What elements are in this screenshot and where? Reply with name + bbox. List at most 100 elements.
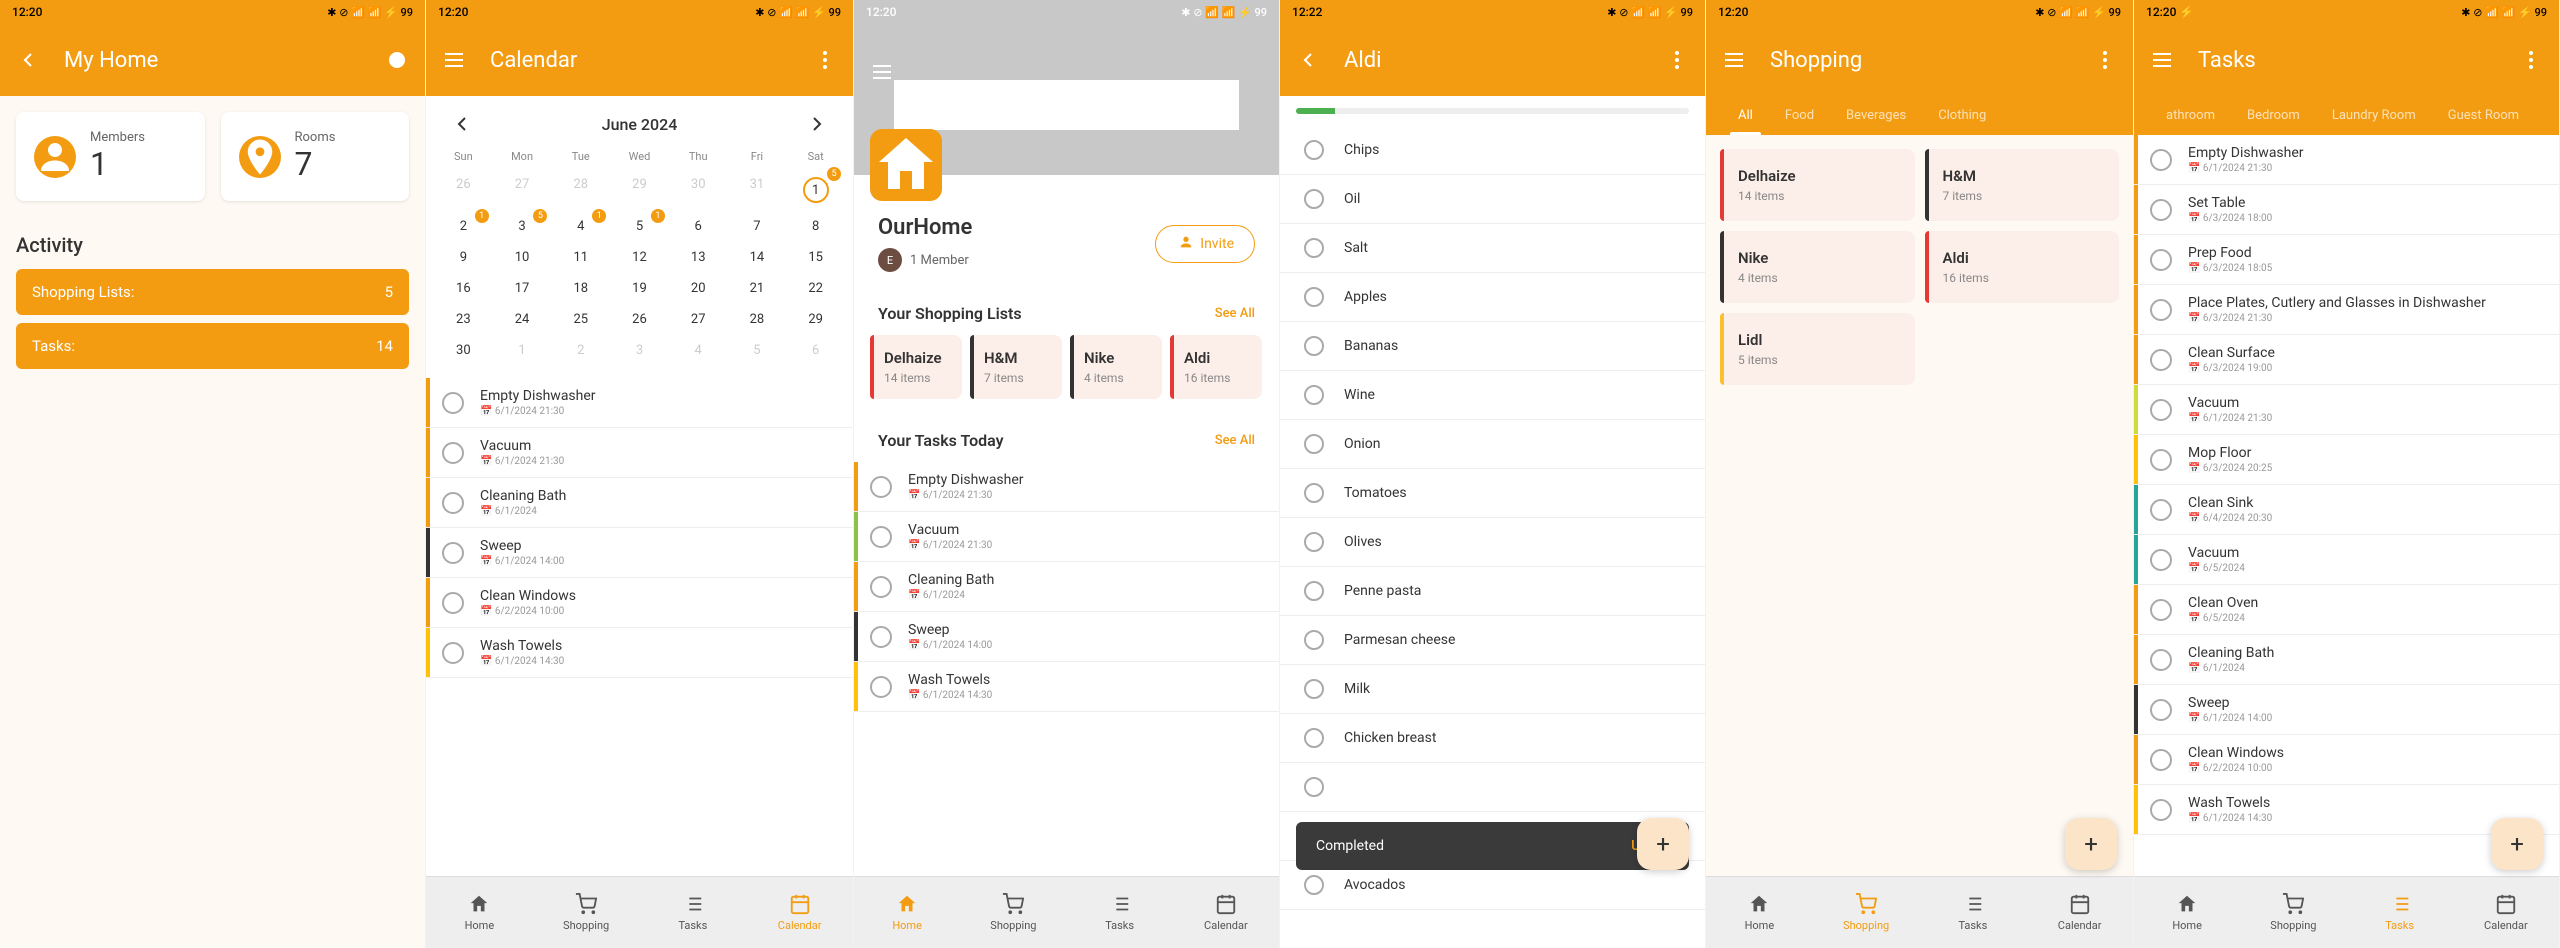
day-cell[interactable]: 21	[728, 273, 787, 304]
add-fab[interactable]: +	[1637, 818, 1689, 870]
day-cell[interactable]: 30	[669, 169, 728, 211]
task-item[interactable]: Wash Towels📅 6/1/2024 14:30	[426, 628, 853, 678]
shop-card[interactable]: Aldi16 items	[1170, 335, 1262, 399]
add-fab[interactable]: +	[2065, 818, 2117, 870]
task-checkbox[interactable]	[2150, 799, 2172, 821]
item-checkbox[interactable]	[1304, 630, 1324, 650]
members-card[interactable]: Members1	[16, 112, 205, 201]
task-item[interactable]: Cleaning Bath📅 6/1/2024	[2134, 635, 2559, 685]
nav-tasks[interactable]: Tasks	[640, 877, 747, 948]
activity-tasks[interactable]: Tasks:14	[16, 323, 409, 369]
day-cell[interactable]: 15	[786, 169, 845, 211]
menu-icon[interactable]	[870, 60, 894, 84]
day-cell[interactable]: 27	[669, 304, 728, 335]
day-cell[interactable]: 14	[728, 242, 787, 273]
day-cell[interactable]: 4	[669, 335, 728, 366]
tab[interactable]: Beverages	[1830, 96, 1922, 135]
task-checkbox[interactable]	[442, 442, 464, 464]
item-checkbox[interactable]	[1304, 140, 1324, 160]
day-cell[interactable]: 26	[610, 304, 669, 335]
list-item[interactable]: Tomatoes	[1280, 469, 1705, 518]
nav-home[interactable]: Home	[1706, 877, 1813, 948]
task-item[interactable]: Clean Sink📅 6/4/2024 20:30	[2134, 485, 2559, 535]
see-all-tasks[interactable]: See All	[1215, 433, 1255, 448]
task-checkbox[interactable]	[870, 526, 892, 548]
item-checkbox[interactable]	[1304, 532, 1324, 552]
item-checkbox[interactable]	[1304, 581, 1324, 601]
task-item[interactable]: Vacuum📅 6/1/2024 21:30	[2134, 385, 2559, 435]
day-cell[interactable]: 23	[434, 304, 493, 335]
back-icon[interactable]	[1296, 48, 1320, 72]
task-checkbox[interactable]	[870, 676, 892, 698]
task-checkbox[interactable]	[2150, 299, 2172, 321]
shop-card[interactable]: Nike4 items	[1720, 231, 1915, 303]
shop-card[interactable]: Nike4 items	[1070, 335, 1162, 399]
task-checkbox[interactable]	[2150, 349, 2172, 371]
more-icon[interactable]	[1665, 48, 1689, 72]
task-item[interactable]: Prep Food📅 6/3/2024 18:05	[2134, 235, 2559, 285]
day-cell[interactable]: 20	[669, 273, 728, 304]
nav-calendar[interactable]: Calendar	[1173, 877, 1279, 948]
more-icon[interactable]	[813, 48, 837, 72]
list-item[interactable]: Apples	[1280, 273, 1705, 322]
shop-card[interactable]: H&M7 items	[1925, 149, 2120, 221]
day-cell[interactable]: 19	[610, 273, 669, 304]
day-cell[interactable]: 41	[551, 211, 610, 242]
day-cell[interactable]: 35	[493, 211, 552, 242]
list-item[interactable]: Onion	[1280, 420, 1705, 469]
item-checkbox[interactable]	[1304, 238, 1324, 258]
add-fab[interactable]: +	[2491, 818, 2543, 870]
task-item[interactable]: Clean Windows📅 6/2/2024 10:00	[426, 578, 853, 628]
task-checkbox[interactable]	[442, 642, 464, 664]
day-cell[interactable]: 10	[493, 242, 552, 273]
cloud-icon[interactable]	[385, 48, 409, 72]
day-cell[interactable]: 11	[551, 242, 610, 273]
list-item[interactable]	[1280, 763, 1705, 812]
day-cell[interactable]: 26	[434, 169, 493, 211]
task-item[interactable]: Vacuum📅 6/5/2024	[2134, 535, 2559, 585]
task-item[interactable]: Sweep📅 6/1/2024 14:00	[2134, 685, 2559, 735]
tab[interactable]: Guest Room	[2432, 96, 2535, 135]
item-checkbox[interactable]	[1304, 728, 1324, 748]
invite-button[interactable]: Invite	[1155, 225, 1255, 263]
task-item[interactable]: Vacuum📅 6/1/2024 21:30	[426, 428, 853, 478]
day-cell[interactable]: 31	[728, 169, 787, 211]
task-item[interactable]: Clean Surface📅 6/3/2024 19:00	[2134, 335, 2559, 385]
activity-shopping[interactable]: Shopping Lists:5	[16, 269, 409, 315]
list-item[interactable]: Milk	[1280, 665, 1705, 714]
task-item[interactable]: Clean Oven📅 6/5/2024	[2134, 585, 2559, 635]
day-cell[interactable]: 15	[786, 242, 845, 273]
item-checkbox[interactable]	[1304, 777, 1324, 797]
day-cell[interactable]: 7	[728, 211, 787, 242]
menu-icon[interactable]	[2150, 48, 2174, 72]
task-checkbox[interactable]	[2150, 199, 2172, 221]
list-item[interactable]: Oil	[1280, 175, 1705, 224]
tab[interactable]: Bedroom	[2231, 96, 2316, 135]
task-item[interactable]: Wash Towels📅 6/1/2024 14:30	[854, 662, 1279, 712]
day-cell[interactable]: 25	[551, 304, 610, 335]
nav-calendar[interactable]: Calendar	[2453, 877, 2559, 948]
task-checkbox[interactable]	[2150, 749, 2172, 771]
tab[interactable]: athroom	[2150, 96, 2231, 135]
nav-tasks[interactable]: Tasks	[1067, 877, 1173, 948]
day-cell[interactable]: 28	[728, 304, 787, 335]
task-checkbox[interactable]	[442, 492, 464, 514]
nav-home[interactable]: Home	[2134, 877, 2240, 948]
day-cell[interactable]: 18	[551, 273, 610, 304]
day-cell[interactable]: 30	[434, 335, 493, 366]
task-item[interactable]: Empty Dishwasher📅 6/1/2024 21:30	[854, 462, 1279, 512]
menu-icon[interactable]	[1722, 48, 1746, 72]
item-checkbox[interactable]	[1304, 679, 1324, 699]
menu-icon[interactable]	[442, 48, 466, 72]
day-cell[interactable]: 5	[728, 335, 787, 366]
tab[interactable]: Food	[1769, 96, 1830, 135]
task-checkbox[interactable]	[2150, 549, 2172, 571]
day-cell[interactable]: 29	[786, 304, 845, 335]
task-checkbox[interactable]	[2150, 649, 2172, 671]
day-cell[interactable]: 2	[551, 335, 610, 366]
task-item[interactable]: Vacuum📅 6/1/2024 21:30	[854, 512, 1279, 562]
task-checkbox[interactable]	[2150, 599, 2172, 621]
item-checkbox[interactable]	[1304, 336, 1324, 356]
see-all-shopping[interactable]: See All	[1215, 306, 1255, 321]
nav-shopping[interactable]: Shopping	[960, 877, 1066, 948]
